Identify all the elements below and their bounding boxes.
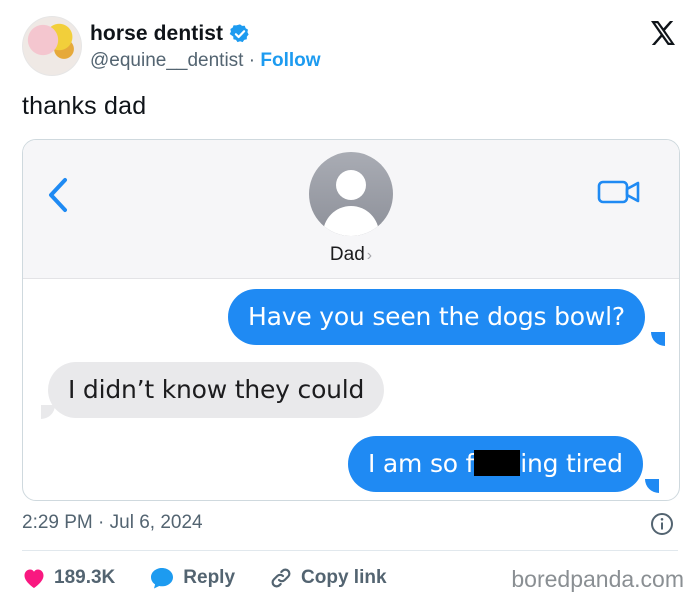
censor-bar [474,450,521,476]
tweet-header: horse dentist @equine__dentist · Follow [22,14,678,80]
chevron-left-icon [49,178,67,212]
author-name-row: horse dentist [90,22,251,46]
bubble-tail [41,405,55,419]
x-logo-icon[interactable] [648,18,678,48]
follow-button[interactable]: Follow [260,50,320,71]
divider [22,550,678,551]
copy-link-button[interactable]: Copy link [269,566,387,590]
like-button[interactable]: 189.3K [22,567,115,589]
author-handle[interactable]: @equine__dentist [90,50,243,71]
tweet-timestamp[interactable]: 2:29 PM · Jul 6, 2024 [22,512,203,534]
contact-avatar [309,152,393,236]
message-text-after: ing tired [520,449,623,478]
verified-badge-icon [229,24,249,43]
reply-button[interactable]: Reply [149,566,235,590]
author-name[interactable]: horse dentist [90,22,223,46]
contact-name: Dad [329,244,365,265]
heart-icon [24,569,44,588]
tweet-text: thanks dad [22,92,147,120]
imessage-header: Dad › [23,140,679,279]
message-bubble-sent: Have you seen the dogs bowl? [228,289,645,345]
bubble-tail [651,332,665,346]
reply-label: Reply [183,567,236,588]
watermark: boredpanda.com [511,566,684,592]
author-avatar[interactable] [22,16,82,76]
speech-bubble-icon [151,568,174,589]
chevron-right-icon: › [366,247,373,264]
copy-link-label: Copy link [301,567,387,588]
link-icon [271,568,291,588]
video-camera-icon [597,180,640,204]
message-bubble-sent: I am so f ing tired [348,436,643,492]
handle-row: @equine__dentist · Follow [90,50,321,72]
message-bubble-received: I didn’t know they could [48,362,385,418]
message-text-before: I am so f [368,449,475,478]
info-icon[interactable] [650,512,674,536]
attached-screenshot[interactable]: Dad › Have you seen the dogs bowl? I didn… [22,139,680,501]
message-text: Have you seen the dogs bowl? [248,302,625,331]
handle-separator: · [248,50,256,71]
like-count: 189.3K [54,567,116,588]
contact-name-row: Dad › [23,244,679,266]
message-text: I didn’t know they could [68,375,365,404]
bubble-tail [645,479,659,493]
